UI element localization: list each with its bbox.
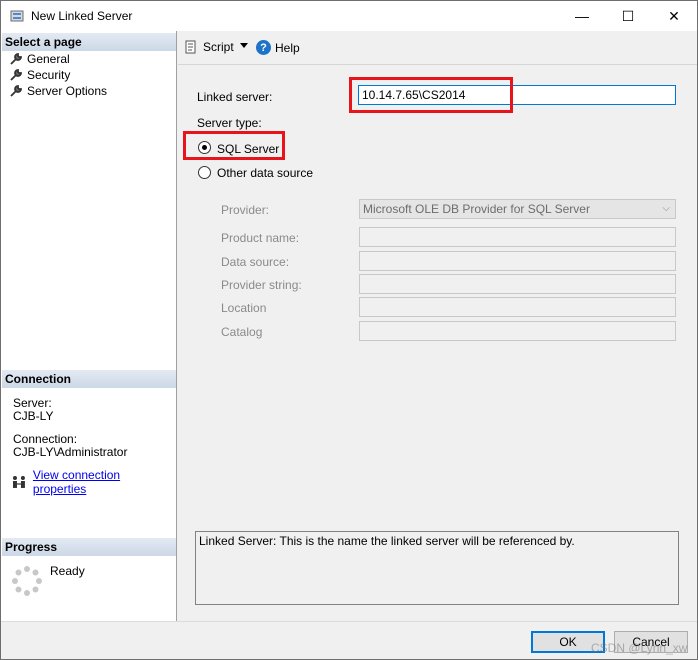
select-page-header: Select a page [2, 33, 176, 51]
toolbar: Script ? Help [178, 31, 697, 65]
other-data-source-radio[interactable] [198, 166, 211, 179]
watermark: CSDN @Lynn_xw [591, 641, 688, 655]
wrench-icon [10, 69, 22, 81]
provider-select-value: Microsoft OLE DB Provider for SQL Server [363, 202, 590, 216]
chevron-down-icon: ⌵ [662, 203, 670, 214]
dialog-footer: OK Cancel CSDN @Lynn_xw [1, 621, 697, 659]
catalog-label: Catalog [221, 325, 263, 339]
server-value: CJB-LY [13, 409, 54, 423]
linked-server-highlight [349, 77, 513, 113]
location-label: Location [221, 301, 267, 315]
script-icon [185, 40, 196, 54]
progress-header: Progress [2, 538, 176, 556]
connection-icon [12, 476, 25, 488]
script-dropdown-caret-icon[interactable] [240, 43, 248, 48]
connection-label: Connection: [13, 432, 78, 446]
provider-select[interactable]: Microsoft OLE DB Provider for SQL Server… [359, 199, 676, 219]
product-name-label: Product name: [221, 231, 300, 245]
left-pane: Select a page General Security Server Op… [1, 31, 177, 621]
page-item-label: Server Options [27, 84, 108, 98]
view-connection-properties-link[interactable]: View connection properties [33, 468, 176, 496]
connection-value: CJB-LY\Administrator [13, 445, 128, 459]
progress-spinner-icon [12, 566, 42, 596]
maximize-button[interactable]: ☐ [605, 1, 651, 31]
server-app-icon [10, 10, 24, 22]
product-name-input[interactable] [359, 227, 676, 247]
data-source-label: Data source: [221, 255, 290, 269]
script-label: Script [203, 40, 234, 54]
help-button[interactable]: ? Help [256, 40, 300, 55]
location-input[interactable] [359, 297, 676, 317]
wrench-icon [10, 85, 22, 97]
catalog-input[interactable] [359, 321, 676, 341]
data-source-input[interactable] [359, 251, 676, 271]
linked-server-label: Linked server: [197, 90, 273, 104]
view-connection-properties-row: View connection properties [11, 468, 176, 496]
connection-header: Connection [2, 370, 176, 388]
help-label: Help [275, 40, 300, 55]
close-button[interactable]: ✕ [651, 1, 697, 31]
description-text: Linked Server: This is the name the link… [199, 534, 575, 548]
sql-server-highlight [183, 131, 285, 160]
script-button[interactable]: Script [184, 40, 234, 54]
provider-label: Provider: [221, 203, 270, 217]
page-item-security[interactable]: Security [9, 67, 70, 83]
provider-string-label: Provider string: [221, 278, 302, 292]
minimize-button[interactable]: — [559, 1, 605, 31]
page-item-label: Security [27, 68, 71, 82]
wrench-icon [10, 53, 22, 65]
general-page-content: Linked server: Server type: SQL Server O… [178, 66, 697, 621]
server-type-label: Server type: [197, 116, 262, 130]
help-icon: ? [256, 40, 271, 55]
window-title: New Linked Server [31, 9, 133, 23]
page-item-general[interactable]: General [9, 51, 70, 67]
progress-status: Ready [50, 564, 85, 578]
new-linked-server-window: New Linked Server — ☐ ✕ Select a page Ge… [0, 0, 698, 660]
provider-string-input[interactable] [359, 274, 676, 294]
other-data-source-label[interactable]: Other data source [217, 166, 313, 180]
page-item-server-options[interactable]: Server Options [9, 83, 107, 99]
page-item-label: General [27, 52, 70, 66]
title-bar[interactable]: New Linked Server — ☐ ✕ [1, 1, 697, 31]
description-box: Linked Server: This is the name the link… [195, 531, 679, 605]
server-label: Server: [13, 396, 52, 410]
